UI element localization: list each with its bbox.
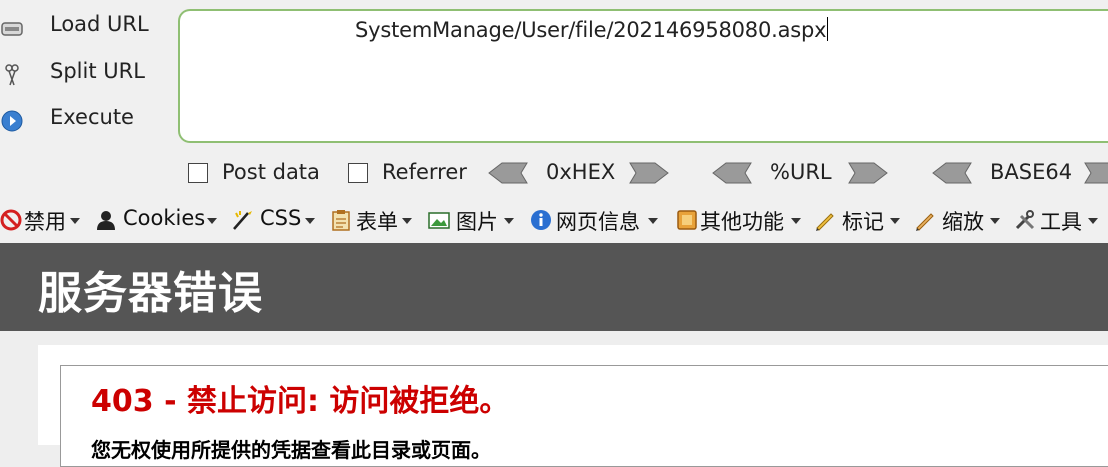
post-data-checkbox[interactable] xyxy=(188,163,208,183)
other-icon xyxy=(677,210,697,230)
chevron-down-icon xyxy=(207,218,217,224)
tools-icon xyxy=(1015,210,1035,230)
error-content-box: 403 - 禁止访问: 访问被拒绝。 您无权使用所提供的凭据查看此目录或页面。 xyxy=(60,365,1108,467)
toolbar-images-label: 图片 xyxy=(456,210,498,234)
url-decode-arrow-icon[interactable] xyxy=(712,162,752,184)
split-url-icon xyxy=(5,64,19,86)
text-caret xyxy=(827,17,829,41)
load-url-button[interactable]: Load URL xyxy=(0,8,170,48)
hex-encode-arrow-icon[interactable] xyxy=(629,162,669,184)
error-description: 您无权使用所提供的凭据查看此目录或页面。 xyxy=(91,438,491,462)
load-url-icon xyxy=(1,22,23,36)
split-url-label: Split URL xyxy=(50,59,145,83)
base64-decode-arrow-icon[interactable] xyxy=(932,162,972,184)
hackbar-options: Post data Referrer 0xHEX %URL BASE64 xyxy=(0,150,1108,198)
referrer-checkbox[interactable] xyxy=(348,163,368,183)
toolbar-page-info-label: 网页信息 xyxy=(556,210,640,234)
css-icon xyxy=(233,211,252,230)
chevron-down-icon xyxy=(791,218,801,224)
chevron-down-icon xyxy=(1088,218,1098,224)
toolbar-cookies-label: Cookies xyxy=(123,206,206,230)
forms-icon xyxy=(332,210,350,231)
load-url-label: Load URL xyxy=(50,12,149,36)
chevron-down-icon xyxy=(402,218,412,224)
toolbar-disable-label: 禁用 xyxy=(24,210,66,234)
chevron-down-icon xyxy=(990,218,1000,224)
chevron-down-icon xyxy=(504,218,514,224)
url-encode-arrow-icon[interactable] xyxy=(848,162,888,184)
chevron-down-icon xyxy=(70,218,80,224)
mark-icon xyxy=(816,213,834,231)
execute-label: Execute xyxy=(50,105,134,129)
referrer-label[interactable]: Referrer xyxy=(382,160,467,184)
split-url-button[interactable]: Split URL xyxy=(0,55,170,95)
error-page-header: 服务器错误 xyxy=(0,243,1108,331)
url-textarea[interactable]: SystemManage/User/file/202146958080.aspx xyxy=(178,9,1108,143)
cookies-icon xyxy=(97,211,115,230)
info-icon xyxy=(531,210,551,230)
url-text-value: SystemManage/User/file/202146958080.aspx xyxy=(355,17,829,42)
hackbar-panel: Load URL Split URL Execute SystemManage/… xyxy=(0,0,1108,198)
toolbar-tools-label: 工具 xyxy=(1040,210,1082,234)
toolbar-other-label: 其他功能 xyxy=(700,210,784,234)
toolbar-css-label: CSS xyxy=(260,206,302,230)
chevron-down-icon xyxy=(305,218,315,224)
post-data-label[interactable]: Post data xyxy=(222,160,320,184)
page-title: 服务器错误 xyxy=(38,268,263,319)
execute-icon xyxy=(1,110,23,132)
error-title: 403 - 禁止访问: 访问被拒绝。 xyxy=(91,384,510,419)
toolbar-forms-label: 表单 xyxy=(356,210,398,234)
toolbar-mark-label: 标记 xyxy=(842,210,884,234)
error-content-area: 403 - 禁止访问: 访问被拒绝。 您无权使用所提供的凭据查看此目录或页面。 xyxy=(38,345,1108,467)
base64-label: BASE64 xyxy=(990,160,1073,184)
disable-icon xyxy=(0,209,22,231)
images-icon xyxy=(428,212,450,229)
base64-encode-arrow-icon[interactable] xyxy=(1084,162,1108,184)
toolbar-zoom-label: 缩放 xyxy=(942,210,984,234)
chevron-down-icon xyxy=(890,218,900,224)
hex-decode-arrow-icon[interactable] xyxy=(488,162,528,184)
web-developer-toolbar: 禁用 Cookies CSS 表单 图片 网页信息 其他功能 标记 缩放 工具 xyxy=(0,198,1108,243)
execute-button[interactable]: Execute xyxy=(0,101,170,141)
url-encode-label: %URL xyxy=(770,160,832,184)
hex-label: 0xHEX xyxy=(546,160,616,184)
chevron-down-icon xyxy=(648,218,658,224)
zoom-icon xyxy=(916,213,934,231)
